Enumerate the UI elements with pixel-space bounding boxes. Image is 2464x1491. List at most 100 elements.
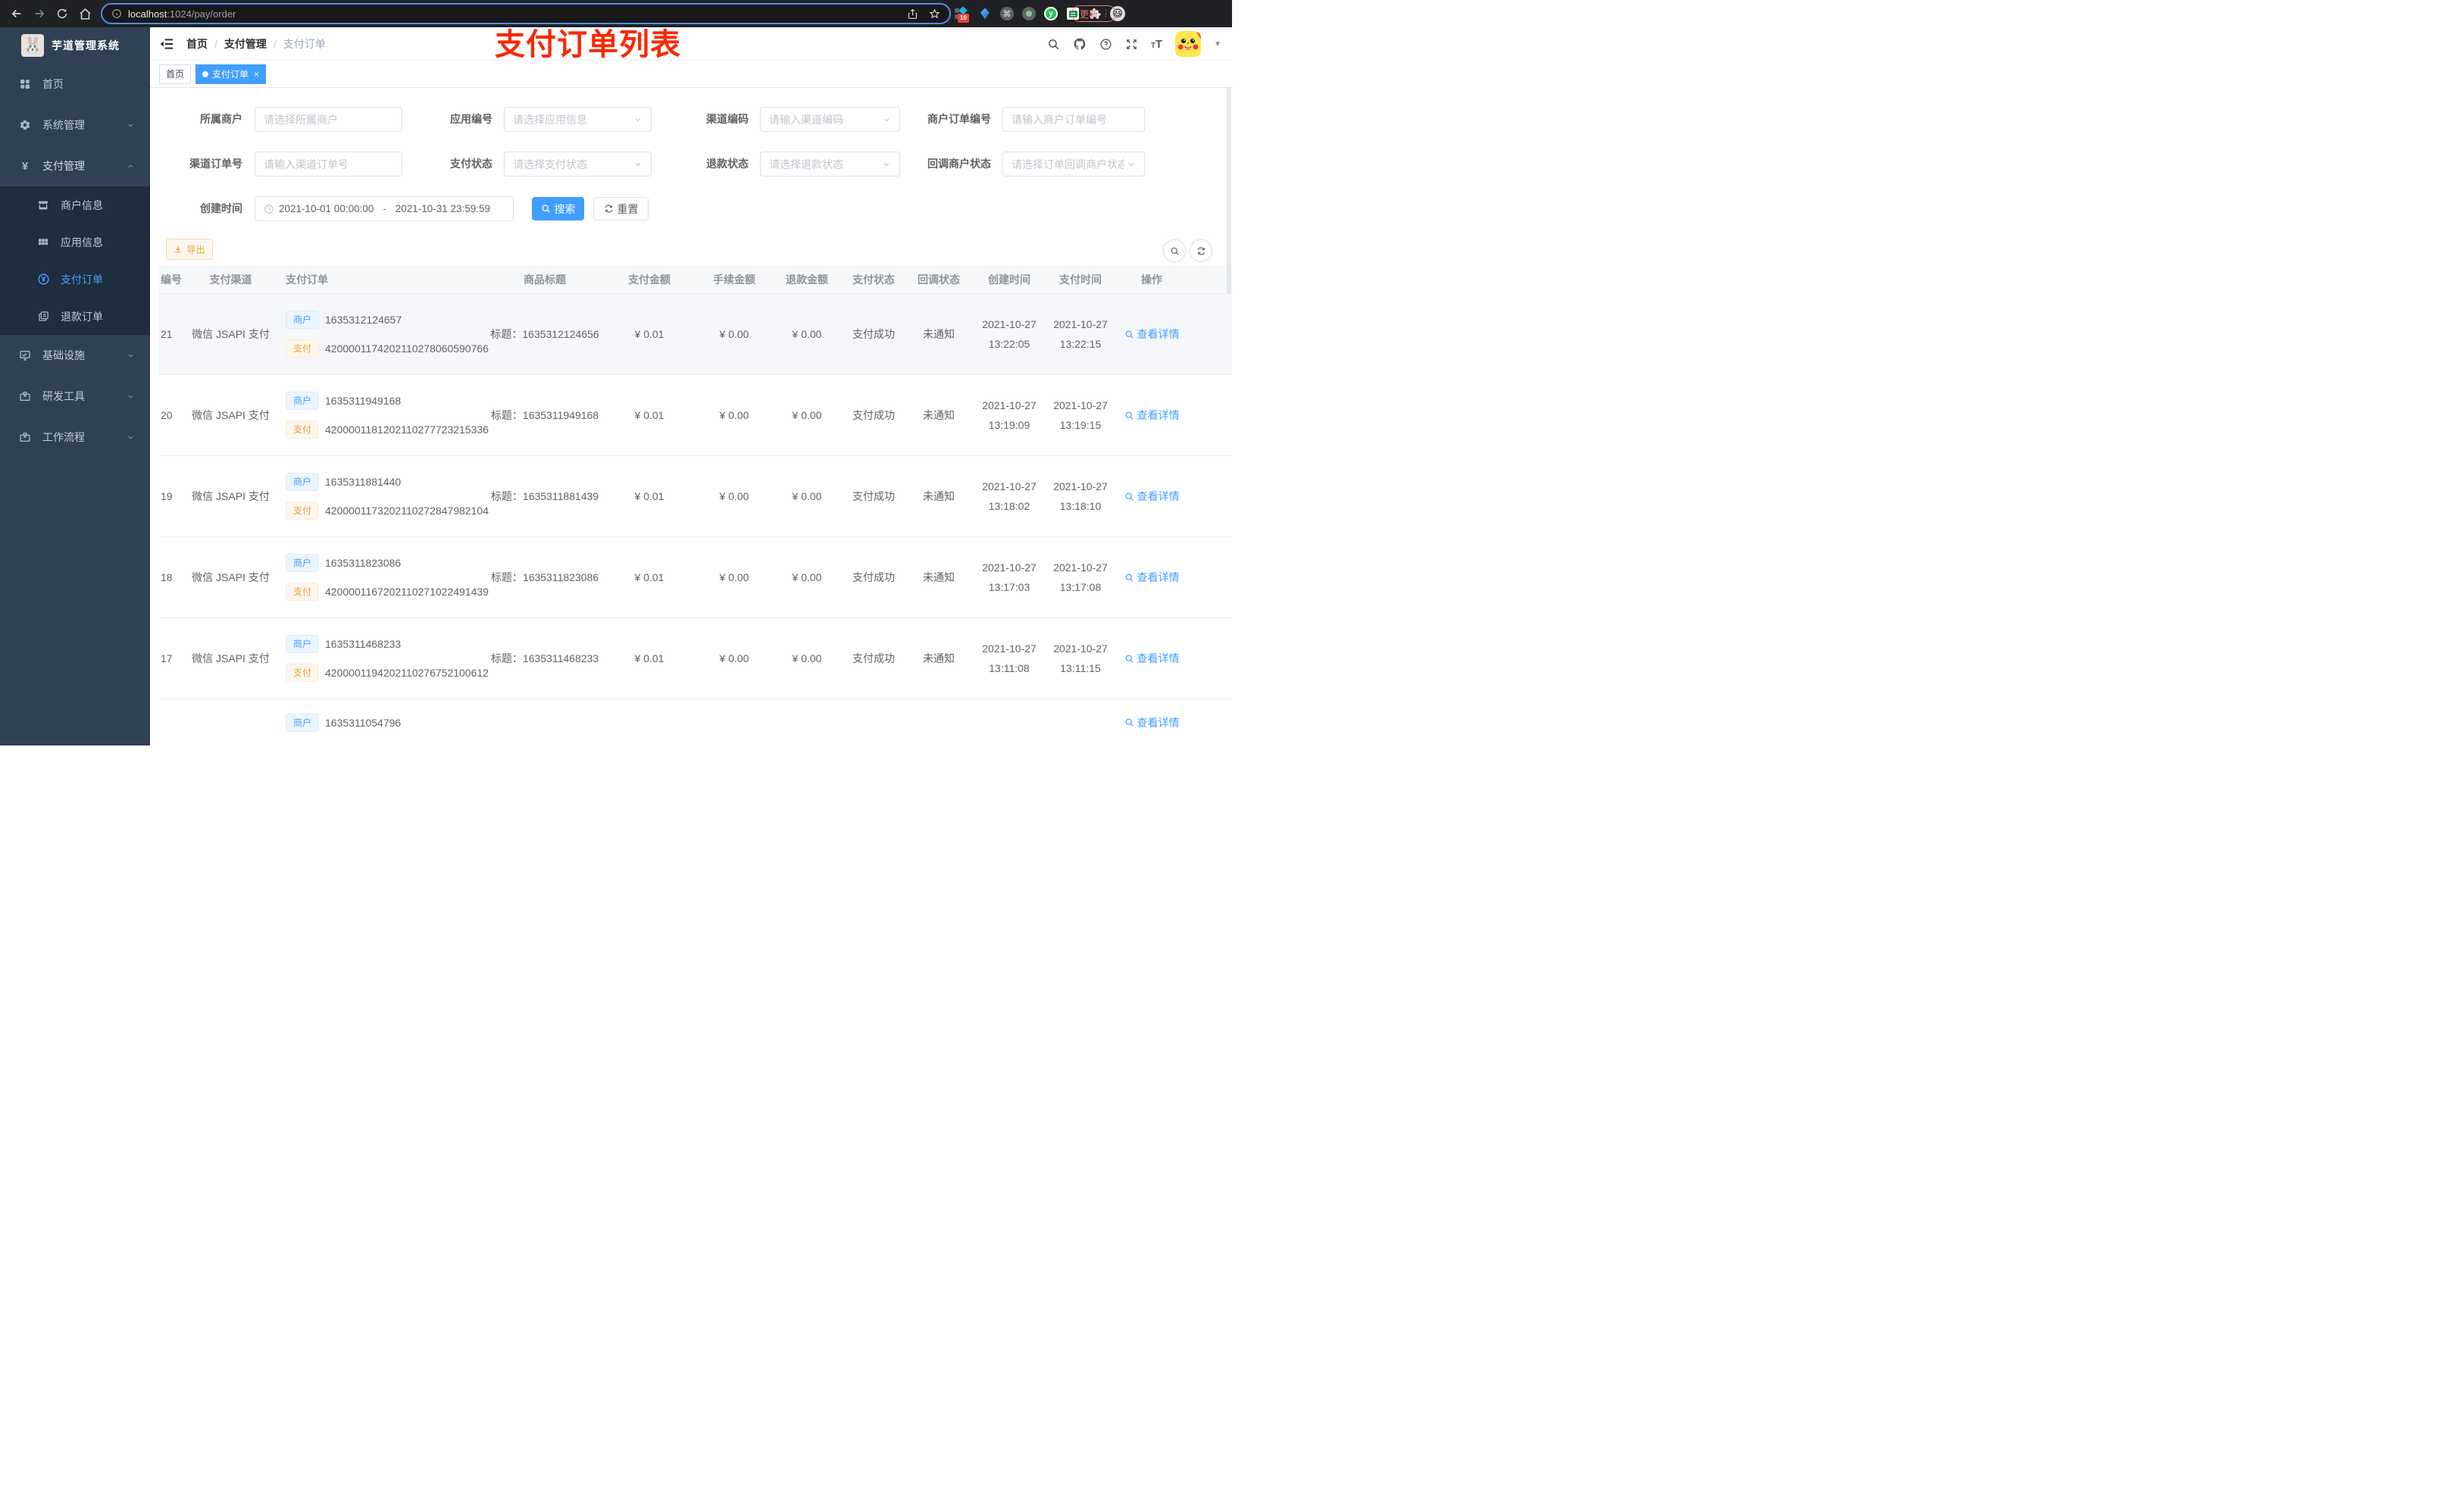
reset-button[interactable]: 重置 xyxy=(593,197,649,220)
cell-refund xyxy=(770,699,844,746)
breadcrumb-home[interactable]: 首页 xyxy=(186,36,208,52)
avatar[interactable] xyxy=(1175,31,1202,57)
tabs-bar: 首页 支付订单 × xyxy=(150,61,1232,88)
create-time: 13:17:03 xyxy=(988,581,1030,593)
sidebar-item-app-info[interactable]: 应用信息 xyxy=(0,223,150,261)
sidebar-item-dev-tools[interactable]: 研发工具 xyxy=(0,376,150,417)
cell-amount: ¥ 0.01 xyxy=(634,571,664,583)
search-icon xyxy=(1125,574,1134,582)
page-scrollbar[interactable] xyxy=(1227,67,1231,294)
github-icon[interactable] xyxy=(1073,37,1087,51)
search-label: 搜索 xyxy=(554,202,576,215)
search-button[interactable]: 搜索 xyxy=(532,197,584,220)
cell-fee: ¥ 0.00 xyxy=(719,490,749,502)
table-row[interactable]: 17 微信 JSAPI 支付 商户 1635311468233 支付 42000… xyxy=(159,618,1232,699)
sidebar-item-merchant-info[interactable]: 商户信息 xyxy=(0,186,150,223)
sidebar-item-pay-order[interactable]: 支付订单 xyxy=(0,261,150,298)
channel-order-no-input[interactable] xyxy=(264,158,393,170)
browser-update-button[interactable]: 更新 ⋮ xyxy=(1071,5,1117,22)
address-bar[interactable]: localhost:1024/pay/order xyxy=(101,3,951,24)
browser-home-button[interactable] xyxy=(74,3,95,24)
font-size-icon[interactable]: TT xyxy=(1151,38,1162,51)
sidebar-item-refund-order[interactable]: 退款订单 xyxy=(0,298,150,335)
kite-extension-icon[interactable] xyxy=(978,7,992,20)
cell-filler xyxy=(1187,699,1232,746)
browser-reload-button[interactable] xyxy=(52,3,73,24)
search-icon xyxy=(1125,655,1134,663)
export-button[interactable]: 导出 xyxy=(166,239,213,260)
cell-refund: ¥ 0.00 xyxy=(792,652,822,664)
merchant-order-no-input[interactable] xyxy=(1012,113,1136,126)
cell-refund: ¥ 0.00 xyxy=(792,409,822,421)
browser-forward-button[interactable] xyxy=(29,3,50,24)
app-window: 🐰 芋道管理系统 首页 系统管理 ¥ 支付管理 商户信息 应用信息 支付订单 退… xyxy=(0,27,1232,746)
table-row[interactable]: 21 微信 JSAPI 支付 商户 1635312124657 支付 42000… xyxy=(159,294,1232,375)
view-details-link[interactable]: 查看详情 xyxy=(1117,618,1187,699)
breadcrumb-payment[interactable]: 支付管理 xyxy=(224,36,267,52)
extension-badge-icon[interactable]: 10 xyxy=(955,6,970,23)
browser-back-button[interactable] xyxy=(6,3,27,24)
cell-pay-order: 商户 1635311054796 支付 xyxy=(270,699,489,746)
table-row[interactable]: 商户 1635311054796 支付 查看详情 xyxy=(159,699,1232,746)
site-info-icon[interactable] xyxy=(111,8,122,19)
cell-filler xyxy=(1187,456,1232,536)
view-details-link[interactable]: 查看详情 xyxy=(1117,456,1187,536)
create-time: 13:19:09 xyxy=(988,419,1030,431)
sidebar-item-payment[interactable]: ¥ 支付管理 xyxy=(0,145,150,186)
app-select-input[interactable] xyxy=(513,113,630,126)
browser-menu-dots-icon[interactable]: ⋮ xyxy=(1102,9,1110,18)
refresh-table-button[interactable] xyxy=(1190,239,1212,262)
sidebar-item-home[interactable]: 首页 xyxy=(0,64,150,105)
merchant-order-no-field[interactable] xyxy=(1002,107,1145,132)
channel-order-no-field[interactable] xyxy=(255,152,402,177)
date-start-value[interactable]: 2021-10-01 00:00:00 xyxy=(279,203,374,214)
help-icon[interactable] xyxy=(1099,38,1112,51)
tab-pay-order[interactable]: 支付订单 × xyxy=(195,64,267,84)
sidebar-item-infrastructure[interactable]: 基础设施 xyxy=(0,335,150,376)
sidebar-item-system[interactable]: 系统管理 xyxy=(0,105,150,145)
cell-title: 标题：1635312124656 xyxy=(490,328,599,340)
cell-pay-order: 商户 1635311949168 支付 42000011812021102777… xyxy=(270,375,489,455)
app-logo[interactable]: 🐰 芋道管理系统 xyxy=(0,27,150,64)
tab-home[interactable]: 首页 xyxy=(159,64,192,84)
search-icon[interactable] xyxy=(1047,38,1060,51)
avatar-caret-icon[interactable]: ▼ xyxy=(1214,40,1221,48)
pay-status-select[interactable] xyxy=(504,152,652,177)
pay-status-input[interactable] xyxy=(513,158,630,170)
sidebar-item-label: 支付管理 xyxy=(42,160,85,172)
merchant-order-number: 1635312124657 xyxy=(325,314,402,326)
view-details-link[interactable]: 查看详情 xyxy=(1117,699,1187,746)
bookmark-star-icon[interactable] xyxy=(929,8,940,20)
filter-label-pay-status: 支付状态 xyxy=(450,158,492,170)
merchant-tag: 商户 xyxy=(286,713,320,732)
merchant-input[interactable] xyxy=(264,113,393,126)
app-select[interactable] xyxy=(504,107,652,132)
sidebar-collapse-icon[interactable] xyxy=(159,36,174,52)
date-range-picker[interactable]: 2021-10-01 00:00:00 - 2021-10-31 23:59:5… xyxy=(255,196,514,221)
view-details-link[interactable]: 查看详情 xyxy=(1117,294,1187,374)
sidebar-item-workflow[interactable]: 工作流程 xyxy=(0,417,150,458)
action-label: 查看详情 xyxy=(1137,490,1180,502)
table-row[interactable]: 18 微信 JSAPI 支付 商户 1635311823086 支付 42000… xyxy=(159,537,1232,618)
close-icon[interactable]: × xyxy=(254,70,259,79)
back-icon xyxy=(11,9,21,18)
command-extension-icon[interactable]: ⌘ xyxy=(1000,7,1014,20)
toggle-search-button[interactable] xyxy=(1163,239,1186,262)
fullscreen-icon[interactable] xyxy=(1125,38,1138,51)
table-row[interactable]: 20 微信 JSAPI 支付 商户 1635311949168 支付 42000… xyxy=(159,375,1232,456)
view-details-link[interactable]: 查看详情 xyxy=(1117,375,1187,455)
view-details-link[interactable]: 查看详情 xyxy=(1117,537,1187,617)
notify-status-input[interactable] xyxy=(1012,158,1124,170)
recorder-extension-icon[interactable] xyxy=(1022,7,1036,20)
yuque-extension-icon[interactable]: y xyxy=(1044,7,1058,20)
pay-date: 2021-10-27 xyxy=(1053,480,1108,492)
table-row[interactable]: 19 微信 JSAPI 支付 商户 1635311881440 支付 42000… xyxy=(159,456,1232,537)
date-end-value[interactable]: 2021-10-31 23:59:59 xyxy=(396,203,490,214)
merchant-tag: 商户 xyxy=(286,311,320,329)
notify-status-select[interactable] xyxy=(1002,152,1145,177)
share-icon[interactable] xyxy=(907,8,918,20)
gear-icon xyxy=(17,119,33,131)
chevron-down-icon xyxy=(633,160,643,169)
logo-image: 🐰 xyxy=(21,34,44,57)
merchant-select[interactable] xyxy=(255,107,402,132)
